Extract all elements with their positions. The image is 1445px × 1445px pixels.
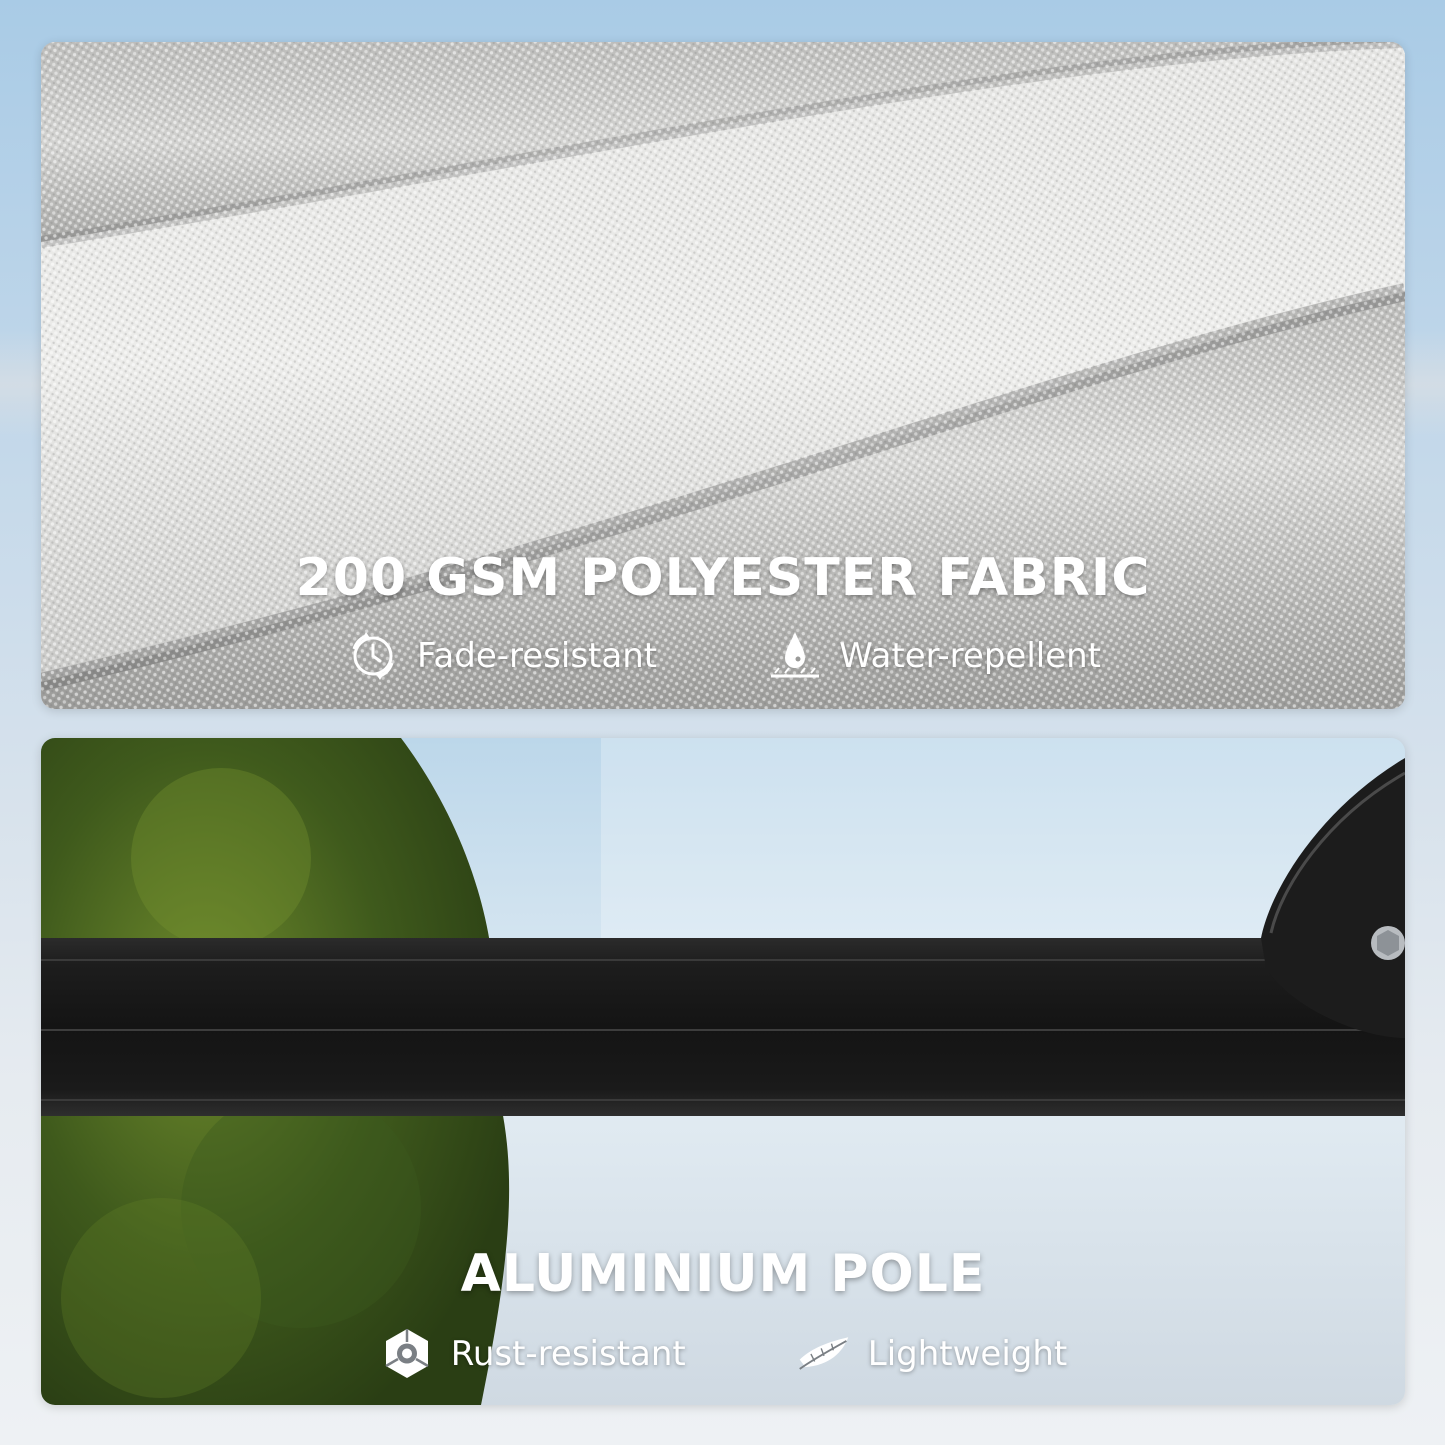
fabric-caption: 200 GSM POLYESTER FABRIC <box>41 548 1405 608</box>
fabric-closeup-image <box>41 42 1405 709</box>
feature-fade-resistant: Fade-resistant <box>345 628 657 684</box>
rust-resistant-icon <box>379 1326 435 1382</box>
feature-label-lightweight: Lightweight <box>867 1334 1068 1374</box>
feature-label-rust-resistant: Rust-resistant <box>450 1334 686 1374</box>
feature-label-fade-resistant: Fade-resistant <box>416 636 658 676</box>
aluminium-pole-image <box>41 738 1405 1405</box>
fabric-title: 200 GSM POLYESTER FABRIC <box>295 548 1151 608</box>
fade-resistant-icon <box>345 628 401 684</box>
feature-lightweight: Lightweight <box>796 1326 1067 1382</box>
fabric-panel: 200 GSM POLYESTER FABRIC Fade-resistant <box>41 42 1405 709</box>
feather-icon <box>796 1326 852 1382</box>
feature-label-water-repellent: Water-repellent <box>839 636 1102 676</box>
fabric-features: Fade-resistant Water-repellent <box>41 628 1405 684</box>
pole-title: ALUMINIUM POLE <box>460 1244 986 1304</box>
feature-water-repellent: Water-repellent <box>767 628 1101 684</box>
water-repellent-icon <box>767 628 823 684</box>
pole-caption: ALUMINIUM POLE <box>41 1244 1405 1304</box>
pole-features: Rust-resistant Lightweight <box>41 1326 1405 1382</box>
feature-rust-resistant: Rust-resistant <box>379 1326 686 1382</box>
pole-panel: ALUMINIUM POLE Rust-resistant Lightweigh… <box>41 738 1405 1405</box>
